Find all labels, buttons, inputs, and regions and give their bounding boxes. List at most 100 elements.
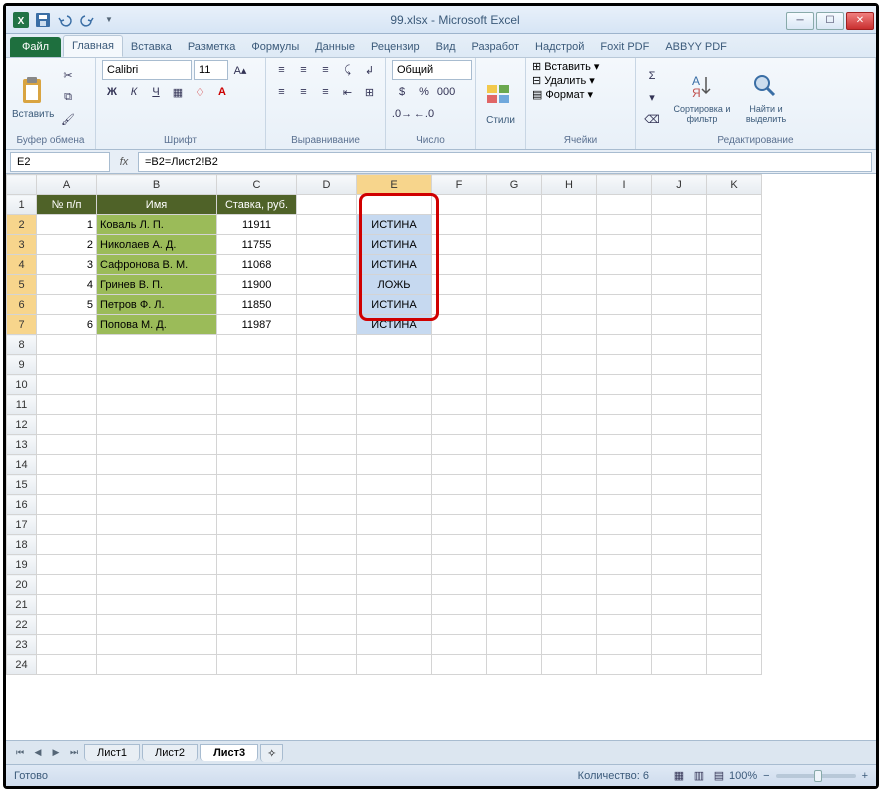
cell-G2[interactable] [487, 215, 542, 235]
row-header-6[interactable]: 6 [7, 295, 37, 315]
cell-D21[interactable] [297, 595, 357, 615]
redo-icon[interactable] [78, 11, 96, 29]
cell-K8[interactable] [707, 335, 762, 355]
cell-K11[interactable] [707, 395, 762, 415]
cell-K7[interactable] [707, 315, 762, 335]
tab-layout[interactable]: Разметка [180, 37, 244, 57]
cell-B23[interactable] [97, 635, 217, 655]
cell-G13[interactable] [487, 435, 542, 455]
row-header-21[interactable]: 21 [7, 595, 37, 615]
cell-G1[interactable] [487, 195, 542, 215]
undo-icon[interactable] [56, 11, 74, 29]
cell-F11[interactable] [432, 395, 487, 415]
cell-H17[interactable] [542, 515, 597, 535]
cell-F3[interactable] [432, 235, 487, 255]
increase-decimal-icon[interactable]: .0→ [392, 104, 412, 124]
decrease-decimal-icon[interactable]: ←.0 [414, 104, 434, 124]
cell-F21[interactable] [432, 595, 487, 615]
cell-F17[interactable] [432, 515, 487, 535]
cell-C14[interactable] [217, 455, 297, 475]
view-layout-icon[interactable]: ▥ [689, 766, 709, 786]
cell-H22[interactable] [542, 615, 597, 635]
cell-J6[interactable] [652, 295, 707, 315]
cell-K22[interactable] [707, 615, 762, 635]
tab-view[interactable]: Вид [428, 37, 464, 57]
cell-F12[interactable] [432, 415, 487, 435]
cell-E16[interactable] [357, 495, 432, 515]
cell-F2[interactable] [432, 215, 487, 235]
new-sheet-button[interactable]: ✧ [260, 744, 283, 762]
cell-C10[interactable] [217, 375, 297, 395]
cell-C13[interactable] [217, 435, 297, 455]
cell-H3[interactable] [542, 235, 597, 255]
cell-K16[interactable] [707, 495, 762, 515]
view-normal-icon[interactable]: ▦ [669, 766, 689, 786]
cell-J7[interactable] [652, 315, 707, 335]
cell-E24[interactable] [357, 655, 432, 675]
align-center-icon[interactable]: ≡ [294, 82, 314, 102]
cell-A17[interactable] [37, 515, 97, 535]
row-header-5[interactable]: 5 [7, 275, 37, 295]
cell-B5[interactable]: Гринев В. П. [97, 275, 217, 295]
cell-B24[interactable] [97, 655, 217, 675]
cell-H9[interactable] [542, 355, 597, 375]
cell-G22[interactable] [487, 615, 542, 635]
cell-D6[interactable] [297, 295, 357, 315]
cell-E17[interactable] [357, 515, 432, 535]
row-header-3[interactable]: 3 [7, 235, 37, 255]
cell-A6[interactable]: 5 [37, 295, 97, 315]
cell-I19[interactable] [597, 555, 652, 575]
cell-A24[interactable] [37, 655, 97, 675]
formula-input[interactable]: =B2=Лист2!B2 [138, 152, 872, 172]
row-header-24[interactable]: 24 [7, 655, 37, 675]
cell-F13[interactable] [432, 435, 487, 455]
row-header-2[interactable]: 2 [7, 215, 37, 235]
cell-H14[interactable] [542, 455, 597, 475]
cell-D5[interactable] [297, 275, 357, 295]
col-header-G[interactable]: G [487, 175, 542, 195]
sheet-tab-1[interactable]: Лист1 [84, 744, 140, 761]
cell-F20[interactable] [432, 575, 487, 595]
cell-D15[interactable] [297, 475, 357, 495]
tab-abbyy[interactable]: ABBYY PDF [657, 37, 735, 57]
cell-C6[interactable]: 11850 [217, 295, 297, 315]
cell-F8[interactable] [432, 335, 487, 355]
cell-H1[interactable] [542, 195, 597, 215]
insert-cells-button[interactable]: ⊞Вставить ▾ [532, 60, 599, 73]
tab-foxit[interactable]: Foxit PDF [592, 37, 657, 57]
tab-insert[interactable]: Вставка [123, 37, 180, 57]
align-top-icon[interactable]: ≡ [272, 60, 292, 80]
styles-button[interactable]: Стили [482, 81, 519, 126]
cell-K23[interactable] [707, 635, 762, 655]
tab-developer[interactable]: Разработ [464, 37, 527, 57]
cell-B2[interactable]: Коваль Л. П. [97, 215, 217, 235]
cell-H10[interactable] [542, 375, 597, 395]
close-button[interactable]: ✕ [846, 12, 874, 30]
cell-B6[interactable]: Петров Ф. Л. [97, 295, 217, 315]
cell-I6[interactable] [597, 295, 652, 315]
number-format-combo[interactable]: Общий [392, 60, 472, 80]
cell-C2[interactable]: 11911 [217, 215, 297, 235]
cell-D14[interactable] [297, 455, 357, 475]
cell-F10[interactable] [432, 375, 487, 395]
cell-G9[interactable] [487, 355, 542, 375]
cell-E15[interactable] [357, 475, 432, 495]
row-header-20[interactable]: 20 [7, 575, 37, 595]
cell-G15[interactable] [487, 475, 542, 495]
cell-K13[interactable] [707, 435, 762, 455]
cell-I4[interactable] [597, 255, 652, 275]
align-middle-icon[interactable]: ≡ [294, 60, 314, 80]
cell-I14[interactable] [597, 455, 652, 475]
cell-I12[interactable] [597, 415, 652, 435]
cell-B3[interactable]: Николаев А. Д. [97, 235, 217, 255]
cell-C12[interactable] [217, 415, 297, 435]
cell-J9[interactable] [652, 355, 707, 375]
cell-J21[interactable] [652, 595, 707, 615]
zoom-control[interactable]: 100% − + [729, 770, 868, 782]
row-header-10[interactable]: 10 [7, 375, 37, 395]
sort-filter-button[interactable]: АЯ Сортировка и фильтр [672, 71, 732, 125]
cell-H4[interactable] [542, 255, 597, 275]
cell-A7[interactable]: 6 [37, 315, 97, 335]
cell-A2[interactable]: 1 [37, 215, 97, 235]
cell-K2[interactable] [707, 215, 762, 235]
